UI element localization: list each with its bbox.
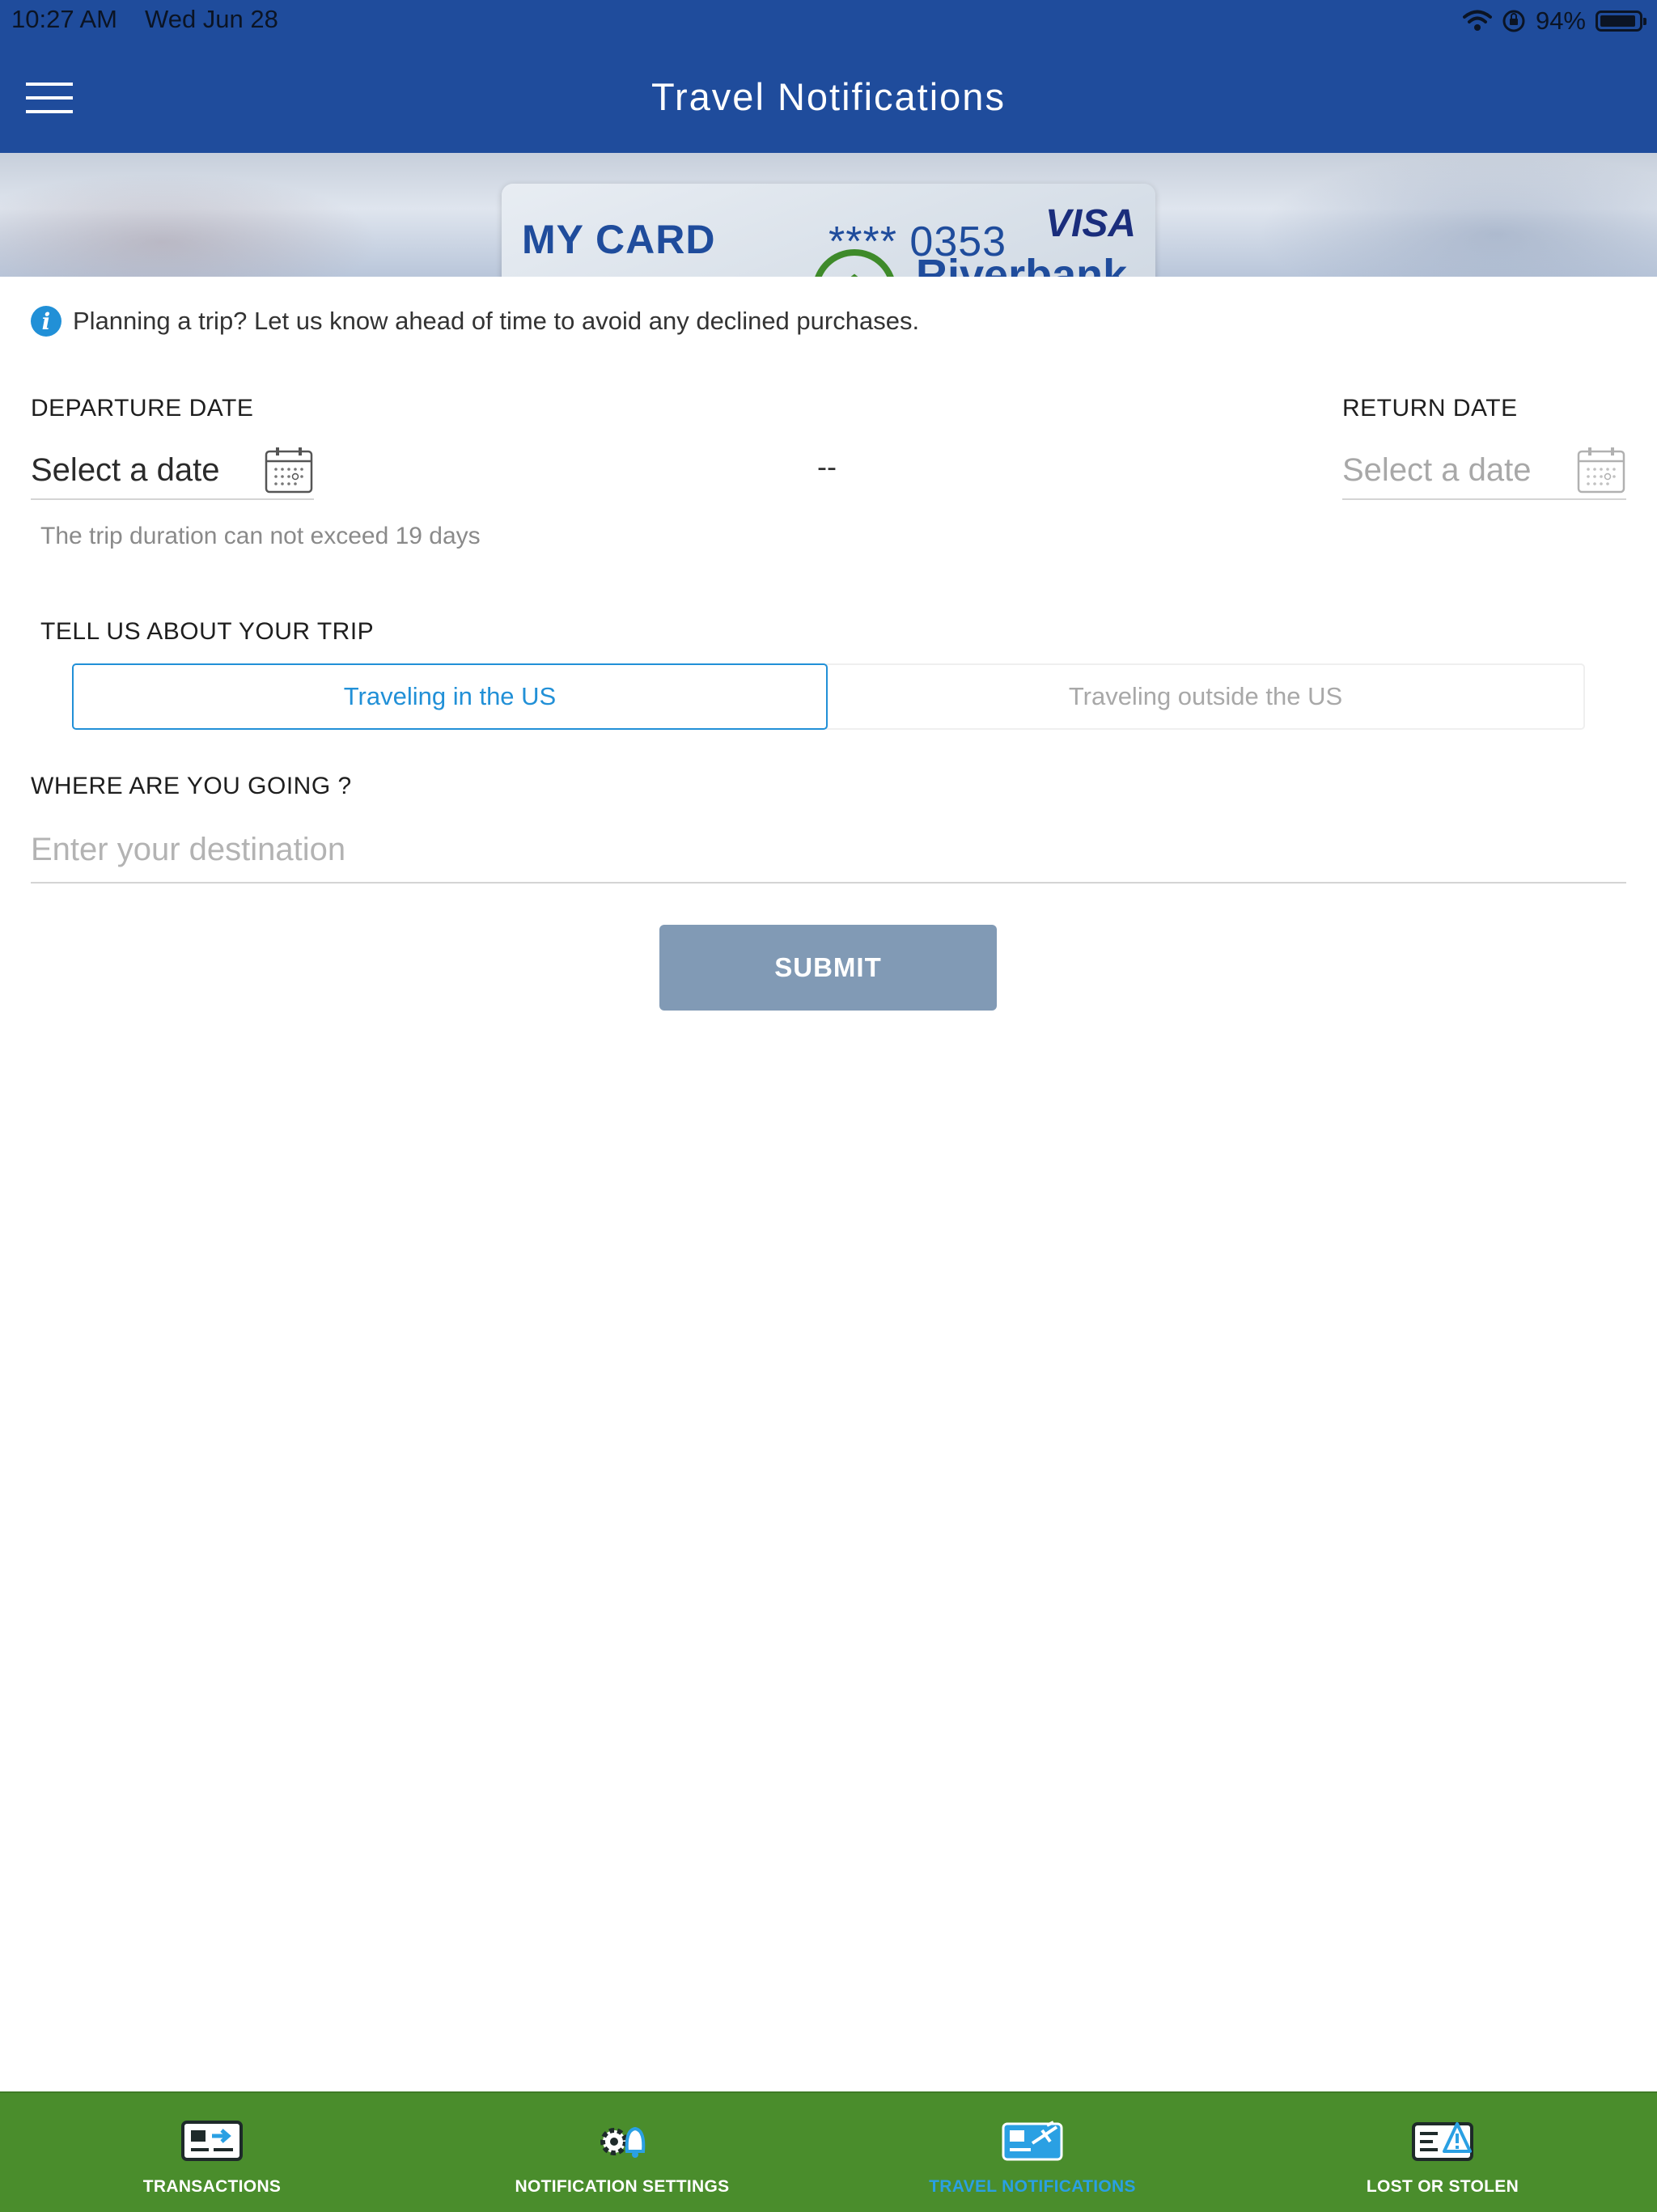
departure-date-value: Select a date	[31, 451, 220, 488]
page-title: Travel Notifications	[651, 75, 1006, 118]
trip-type-label: TELL US ABOUT YOUR TRIP	[40, 618, 375, 645]
tab-transactions[interactable]: TRANSACTIONS	[5, 2093, 419, 2212]
visa-logo: VISA	[1045, 202, 1136, 245]
info-text: Planning a trip? Let us know ahead of ti…	[73, 307, 920, 335]
date-separator: --	[817, 450, 837, 483]
segment-traveling-in-us[interactable]: Traveling in the US	[72, 663, 828, 730]
calendar-icon	[265, 447, 313, 494]
tab-travel-notifications[interactable]: TRAVEL NOTIFICATIONS	[825, 2093, 1240, 2212]
destination-label: WHERE ARE YOU GOING ?	[31, 773, 352, 799]
return-date-label: RETURN DATE	[1342, 395, 1518, 422]
app-header: 10:27 AM Wed Jun 28 94% Travel Notificat…	[0, 0, 1657, 153]
status-date: Wed Jun 28	[145, 5, 278, 33]
calendar-icon	[1577, 447, 1625, 494]
card-label: MY CARD	[522, 217, 716, 262]
status-indicators: 94%	[1462, 5, 1646, 37]
tab-label: LOST OR STOLEN	[1366, 2177, 1519, 2196]
tab-notification-settings[interactable]: NOTIFICATION SETTINGS	[415, 2093, 829, 2212]
return-date-picker[interactable]: Select a date	[1342, 442, 1626, 500]
travel-notifications-icon	[1002, 2121, 1063, 2161]
battery-icon	[1596, 11, 1646, 32]
segment-traveling-outside-us[interactable]: Traveling outside the US	[826, 663, 1585, 730]
orientation-lock-icon	[1502, 10, 1525, 32]
wifi-icon	[1462, 10, 1492, 31]
bottom-tab-bar: TRANSACTIONS NOTIFICATION SETTINGS TRAVE…	[0, 2091, 1657, 2212]
card-image[interactable]: MY CARD **** 0353 VISA Riverbank	[502, 184, 1155, 277]
info-message: i Planning a trip? Let us know ahead of …	[31, 306, 919, 337]
card-bank-name: Riverbank	[916, 251, 1128, 277]
lost-stolen-icon	[1412, 2122, 1473, 2161]
submit-button[interactable]: SUBMIT	[659, 925, 997, 1011]
departure-date-picker[interactable]: Select a date	[31, 442, 314, 500]
battery-percent: 94%	[1535, 6, 1586, 35]
tab-label: NOTIFICATION SETTINGS	[515, 2177, 730, 2196]
transactions-icon	[181, 2121, 243, 2161]
bank-logo-icon	[815, 249, 894, 277]
trip-type-segmented-control: Traveling in the US Traveling outside th…	[72, 663, 1585, 730]
tab-lost-or-stolen[interactable]: LOST OR STOLEN	[1235, 2093, 1650, 2212]
card-banner: MY CARD **** 0353 VISA Riverbank	[0, 153, 1657, 277]
tab-label: TRAVEL NOTIFICATIONS	[929, 2177, 1136, 2196]
departure-date-label: DEPARTURE DATE	[31, 395, 254, 422]
info-icon: i	[31, 306, 61, 337]
status-time: 10:27 AM	[11, 5, 117, 33]
trip-duration-hint: The trip duration can not exceed 19 days	[40, 523, 481, 549]
return-date-value: Select a date	[1342, 451, 1532, 488]
notification-settings-icon	[600, 2126, 646, 2158]
destination-input[interactable]	[31, 817, 1626, 884]
tab-label: TRANSACTIONS	[142, 2177, 282, 2196]
